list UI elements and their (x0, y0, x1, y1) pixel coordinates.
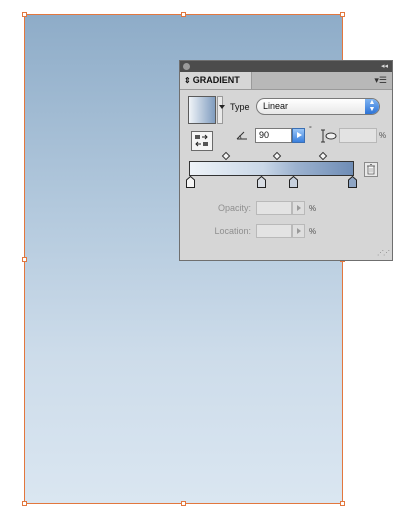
tab-arrows-icon: ⇕ (184, 76, 191, 85)
select-arrows-icon: ▲ ▼ (365, 99, 379, 114)
type-select[interactable]: Linear ▲ ▼ (256, 98, 380, 115)
selection-handle-bottom-right[interactable] (340, 501, 345, 506)
type-label: Type (230, 102, 250, 112)
gradient-swatch[interactable] (188, 96, 216, 124)
location-input[interactable] (256, 224, 292, 238)
gradient-stop[interactable] (289, 176, 298, 188)
swatch-menu-button[interactable] (217, 96, 223, 124)
reverse-gradient-button[interactable] (191, 131, 213, 151)
gradient-midpoint[interactable] (221, 151, 231, 161)
panel-titlebar[interactable]: ◂◂ (180, 61, 392, 72)
tab-gradient-label: GRADIENT (192, 75, 240, 85)
selection-handle-top-left[interactable] (22, 12, 27, 17)
opacity-label: Opacity: (217, 203, 251, 213)
selection-handle-middle-left[interactable] (22, 257, 27, 262)
trash-icon[interactable] (364, 162, 378, 177)
opacity-dropdown-button[interactable] (292, 201, 305, 215)
gradient-midpoint[interactable] (272, 151, 282, 161)
location-percent: % (309, 227, 317, 236)
tab-gradient[interactable]: ⇕ GRADIENT (180, 72, 252, 89)
chevron-down-icon[interactable] (219, 105, 225, 109)
angle-input[interactable]: 90 (255, 128, 292, 143)
degree-symbol: ° (309, 126, 312, 133)
reverse-gradient-icon (195, 134, 208, 147)
selection-handle-bottom-center[interactable] (181, 501, 186, 506)
location-label: Location: (214, 226, 251, 236)
location-dropdown-button[interactable] (292, 224, 305, 238)
angle-icon (236, 131, 247, 140)
trash-glyph (367, 164, 375, 175)
aspect-ratio-percent: % (379, 131, 387, 140)
gradient-ramp[interactable] (189, 161, 354, 176)
close-icon[interactable] (183, 63, 190, 70)
menu-icon[interactable]: ▾☰ (374, 75, 387, 86)
opacity-input[interactable] (256, 201, 292, 215)
collapse-icon[interactable]: ◂◂ (381, 61, 388, 72)
gradient-panel: ◂◂ ⇕GRADIENT ▾☰ Type Linear ▲▼ 90 ° % (179, 60, 393, 261)
aspect-ratio-icon (321, 129, 337, 143)
resize-grip-icon[interactable]: ⋰⋰ (377, 250, 390, 257)
tab-strip: ⇕ GRADIENT ▾☰ (180, 72, 392, 90)
gradient-stop[interactable] (348, 176, 357, 188)
type-select-value: Linear (263, 101, 289, 111)
aspect-ratio-input[interactable] (339, 128, 377, 143)
selection-handle-bottom-left[interactable] (22, 501, 27, 506)
gradient-midpoint[interactable] (318, 151, 328, 161)
angle-dropdown-button[interactable] (292, 128, 305, 143)
opacity-percent: % (309, 204, 317, 213)
gradient-stop[interactable] (186, 176, 195, 188)
selection-handle-top-right[interactable] (340, 12, 345, 17)
gradient-stop[interactable] (257, 176, 266, 188)
selection-handle-top-center[interactable] (181, 12, 186, 17)
